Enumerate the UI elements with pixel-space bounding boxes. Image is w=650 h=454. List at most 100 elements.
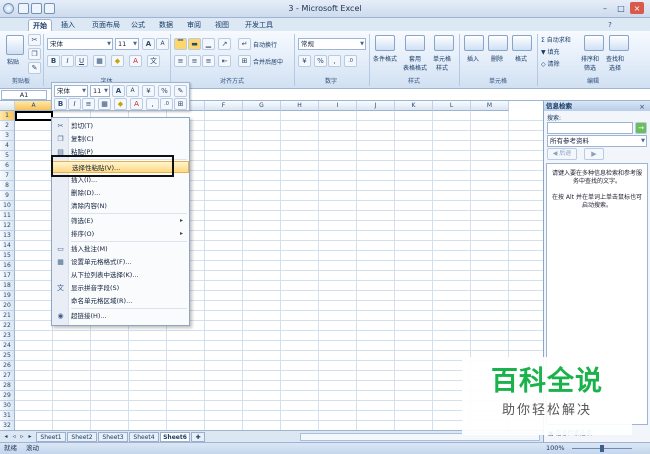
- format-cells-icon[interactable]: [512, 35, 532, 51]
- fill-color-icon[interactable]: ◆: [111, 55, 124, 67]
- column-header[interactable]: H: [281, 101, 319, 111]
- conditional-format-label[interactable]: 条件格式: [373, 54, 397, 63]
- select-all-corner[interactable]: [0, 101, 15, 111]
- find-select-icon[interactable]: [609, 35, 629, 51]
- mini-font-color-icon[interactable]: A: [130, 98, 143, 110]
- name-box[interactable]: A1: [1, 90, 47, 100]
- sheet-tab[interactable]: Sheet3: [98, 432, 128, 442]
- menu-item[interactable]: 筛选(E) ▸: [52, 215, 189, 227]
- mini-size-combo[interactable]: 11 ▼: [90, 85, 110, 97]
- delete-cells-icon[interactable]: [488, 35, 508, 51]
- zoom-thumb[interactable]: [600, 445, 604, 452]
- mini-currency-icon[interactable]: ¥: [142, 85, 155, 97]
- row-header[interactable]: 16: [0, 261, 15, 271]
- menu-item[interactable]: ▦ 设置单元格格式(F)...: [52, 256, 189, 268]
- row-header[interactable]: 8: [0, 181, 15, 191]
- row-header[interactable]: 21: [0, 311, 15, 321]
- mini-decimal-icon[interactable]: .0: [160, 98, 173, 110]
- menu-item[interactable]: 排序(O) ▸: [52, 228, 189, 240]
- sort-filter-label[interactable]: 排序和 筛选: [581, 54, 599, 72]
- fill-button[interactable]: ▼ 填充: [541, 47, 560, 56]
- row-header[interactable]: 24: [0, 341, 15, 351]
- tab-data[interactable]: 数据: [156, 19, 176, 31]
- tab-review[interactable]: 审阅: [184, 19, 204, 31]
- increase-decimal-icon[interactable]: .0: [344, 55, 357, 67]
- menu-item[interactable]: 删除(D)...: [52, 187, 189, 199]
- font-color-icon[interactable]: A: [129, 55, 142, 67]
- format-cells-label[interactable]: 格式: [515, 54, 527, 63]
- percent-button[interactable]: %: [314, 55, 327, 67]
- column-header[interactable]: I: [319, 101, 357, 111]
- format-table-icon[interactable]: [405, 35, 425, 51]
- italic-button[interactable]: I: [61, 55, 74, 67]
- shrink-font-button[interactable]: A: [156, 38, 169, 50]
- maximize-button[interactable]: □: [614, 2, 628, 14]
- mini-comma-button[interactable]: ,: [146, 98, 159, 110]
- delete-cells-label[interactable]: 删除: [491, 54, 503, 63]
- wrap-text-label[interactable]: 自动换行: [253, 40, 277, 49]
- row-header[interactable]: 2: [0, 121, 15, 131]
- tab-page-layout[interactable]: 页面布局: [88, 19, 124, 31]
- cut-icon[interactable]: ✂: [28, 34, 41, 46]
- row-header[interactable]: 14: [0, 241, 15, 251]
- tab-developer[interactable]: 开发工具: [242, 19, 276, 31]
- column-header[interactable]: G: [243, 101, 281, 111]
- row-header[interactable]: 20: [0, 301, 15, 311]
- column-header[interactable]: K: [395, 101, 433, 111]
- row-header[interactable]: 6: [0, 161, 15, 171]
- grow-font-button[interactable]: A: [142, 38, 155, 50]
- mini-border-icon[interactable]: ▦: [98, 98, 111, 110]
- paste-icon[interactable]: [6, 35, 24, 55]
- minimize-button[interactable]: –: [598, 2, 612, 14]
- merge-center-label[interactable]: 合并后居中: [253, 57, 283, 66]
- column-header[interactable]: A: [15, 101, 53, 111]
- next-sheet-icon[interactable]: ▹: [18, 432, 26, 442]
- orientation-icon[interactable]: ↗: [218, 38, 231, 50]
- sheet-tab[interactable]: Sheet6: [160, 432, 190, 442]
- underline-button[interactable]: U: [75, 55, 88, 67]
- mini-font-combo[interactable]: 宋体 ▼: [54, 85, 88, 97]
- row-header[interactable]: 12: [0, 221, 15, 231]
- align-center-icon[interactable]: ≡: [188, 55, 201, 67]
- menu-item[interactable]: 从下拉列表中选择(K)...: [52, 269, 189, 281]
- help-icon[interactable]: ?: [603, 18, 617, 30]
- align-middle-icon[interactable]: ▬: [188, 38, 201, 50]
- menu-item[interactable]: ◉ 超链接(H)...: [52, 310, 189, 322]
- insert-sheet-icon[interactable]: ✚: [191, 432, 205, 442]
- tab-insert[interactable]: 插入: [58, 19, 78, 31]
- insert-cells-label[interactable]: 插入: [467, 54, 479, 63]
- comma-button[interactable]: ,: [328, 55, 341, 67]
- mini-italic-icon[interactable]: I: [68, 98, 81, 110]
- phonetic-icon[interactable]: 文: [147, 55, 160, 67]
- row-header[interactable]: 30: [0, 401, 15, 411]
- merge-center-icon[interactable]: ⊞: [238, 55, 251, 67]
- row-header[interactable]: 26: [0, 361, 15, 371]
- mini-shrink-font-icon[interactable]: A: [126, 85, 139, 97]
- zoom-level[interactable]: 100%: [546, 443, 565, 454]
- row-header[interactable]: 7: [0, 171, 15, 181]
- currency-icon[interactable]: ¥: [298, 55, 311, 67]
- menu-item[interactable]: 清除内容(N): [52, 200, 189, 212]
- row-header[interactable]: 27: [0, 371, 15, 381]
- menu-item[interactable]: ❐ 复制(C): [52, 133, 189, 145]
- row-header[interactable]: 29: [0, 391, 15, 401]
- row-header[interactable]: 23: [0, 331, 15, 341]
- wrap-text-icon[interactable]: ↵: [238, 38, 251, 50]
- column-header[interactable]: J: [357, 101, 395, 111]
- close-button[interactable]: ×: [630, 2, 644, 14]
- format-painter-icon[interactable]: ✎: [28, 62, 41, 74]
- mini-bold-icon[interactable]: B: [54, 98, 67, 110]
- border-icon[interactable]: ▦: [93, 55, 106, 67]
- cell-styles-label[interactable]: 单元格 样式: [433, 54, 451, 72]
- menu-item[interactable]: 文显示拼音字段(S): [52, 282, 189, 294]
- align-top-icon[interactable]: ▔: [174, 38, 187, 50]
- sort-filter-icon[interactable]: [584, 35, 604, 51]
- row-header[interactable]: 22: [0, 321, 15, 331]
- sheet-tab[interactable]: Sheet4: [129, 432, 159, 442]
- row-header[interactable]: 31: [0, 411, 15, 421]
- bold-button[interactable]: B: [47, 55, 60, 67]
- sheet-tab[interactable]: Sheet1: [36, 432, 66, 442]
- row-header[interactable]: 19: [0, 291, 15, 301]
- paste-label[interactable]: 粘贴: [7, 57, 19, 66]
- menu-item[interactable]: ✂ 剪切(T): [52, 120, 189, 132]
